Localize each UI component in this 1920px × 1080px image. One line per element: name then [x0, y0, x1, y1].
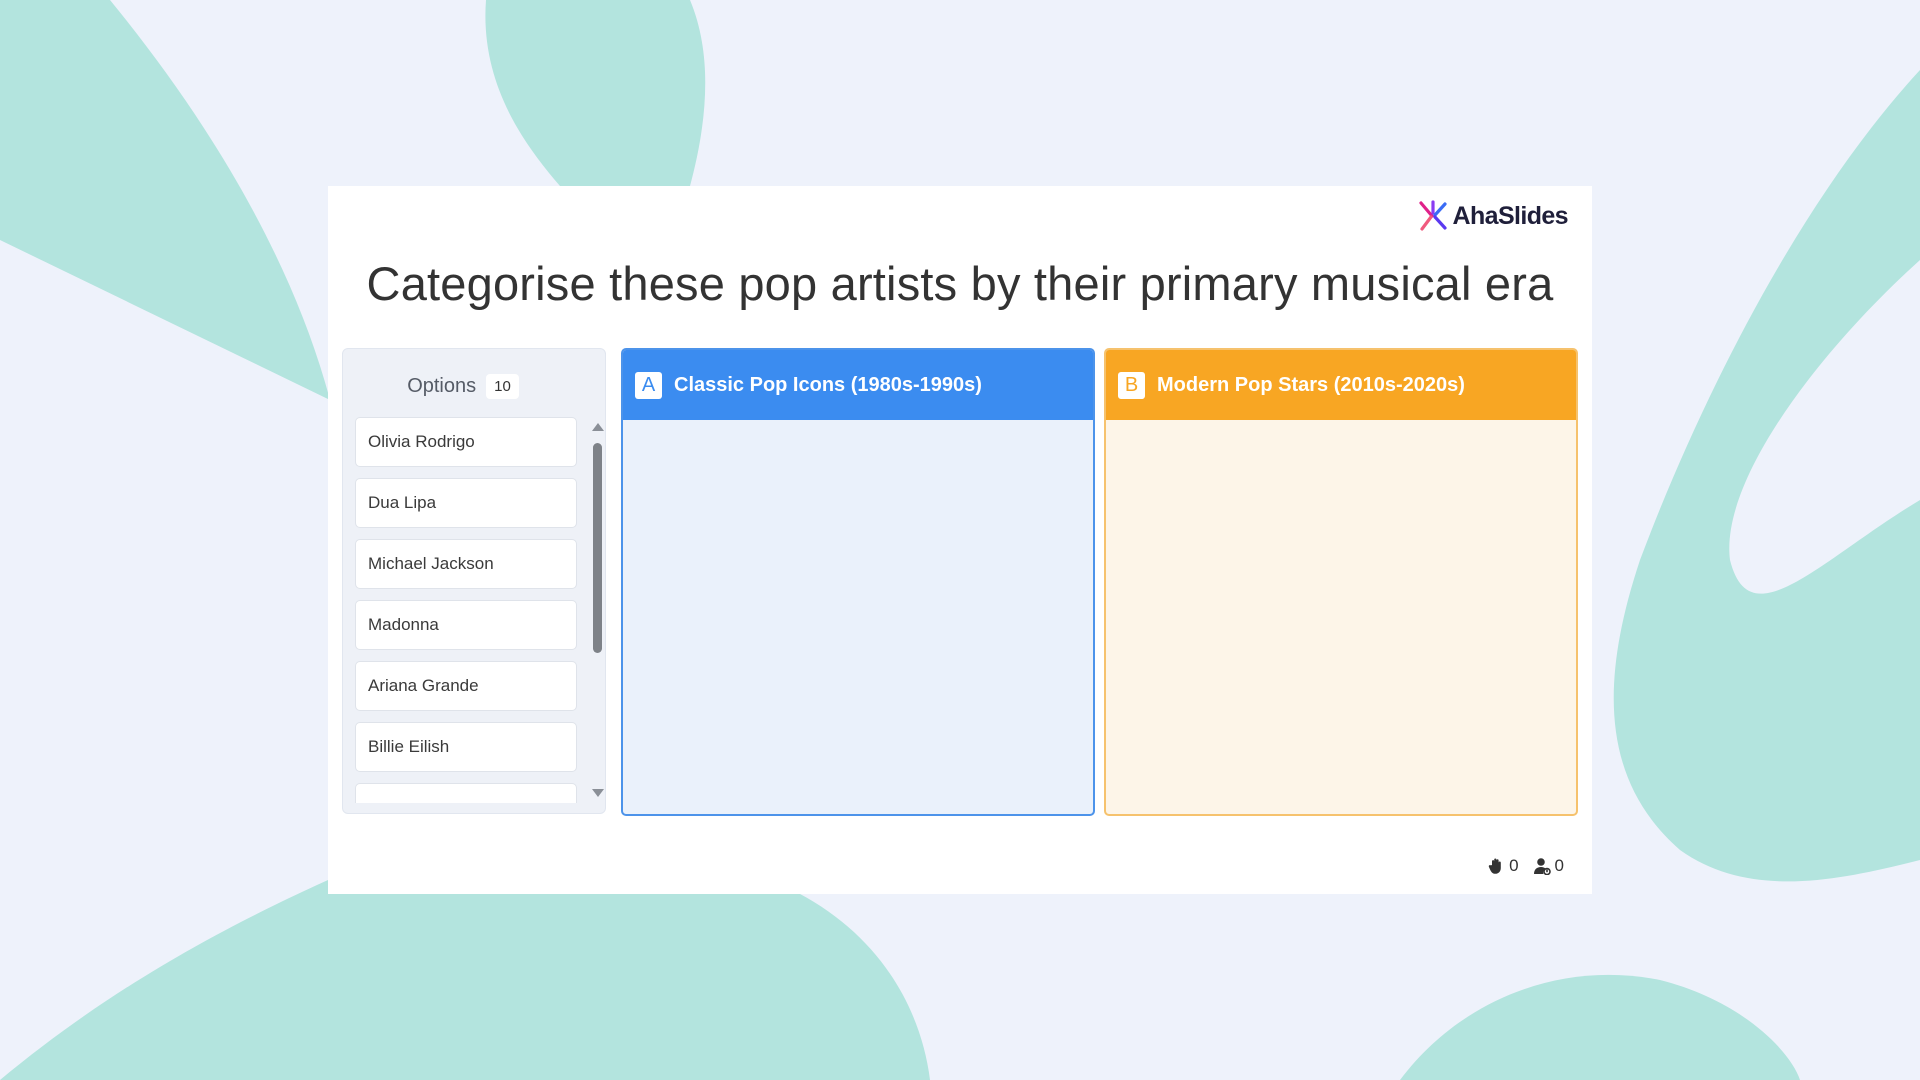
category-b-letter-badge: B [1118, 371, 1145, 399]
options-scrollbar[interactable] [591, 423, 605, 797]
category-b-title: Modern Pop Stars (2010s-2020s) [1157, 373, 1465, 396]
brand-logo: AhaSlides [1417, 196, 1569, 236]
option-item[interactable]: Dua Lipa [355, 478, 577, 528]
option-list: Olivia Rodrigo Dua Lipa Michael Jackson … [355, 417, 577, 803]
question-title: Categorise these pop artists by their pr… [366, 257, 1554, 310]
category-b-header: B Modern Pop Stars (2010s-2020s) [1106, 350, 1576, 420]
options-count-badge: 10 [486, 373, 519, 399]
category-a-title: Classic Pop Icons (1980s-1990s) [674, 373, 982, 396]
options-header: Options 10 [343, 369, 583, 403]
category-a-body[interactable] [623, 420, 1093, 814]
category-a-header: A Classic Pop Icons (1980s-1990s) [623, 350, 1093, 420]
brand-name: AhaSlides [1452, 201, 1569, 230]
footer-stats: 0 0 [1487, 856, 1564, 876]
option-item[interactable]: Ariana Grande [355, 661, 577, 711]
ahaslides-logo-icon [1418, 200, 1447, 231]
category-b-body[interactable] [1106, 420, 1576, 814]
reactions-count: 0 [1509, 856, 1519, 875]
slide-card: AhaSlides Categorise these pop artists b… [328, 186, 1592, 894]
participants-stat: 0 [1533, 856, 1564, 876]
option-item[interactable]: Madonna [355, 600, 577, 650]
scroll-down-arrow-icon[interactable] [592, 789, 604, 797]
participants-count: 0 [1554, 856, 1564, 875]
scroll-up-arrow-icon[interactable] [592, 423, 604, 431]
user-icon [1533, 858, 1551, 875]
option-item[interactable]: Billie Eilish [355, 722, 577, 772]
category-a-dropzone[interactable]: A Classic Pop Icons (1980s-1990s) [621, 348, 1095, 816]
options-label: Options [407, 374, 477, 397]
option-item[interactable]: Olivia Rodrigo [355, 417, 577, 467]
reactions-stat: 0 [1487, 856, 1519, 876]
option-item[interactable]: Michael Jackson [355, 539, 577, 589]
category-b-dropzone[interactable]: B Modern Pop Stars (2010s-2020s) [1104, 348, 1578, 816]
scrollbar-thumb[interactable] [593, 443, 602, 653]
category-a-letter-badge: A [635, 371, 662, 399]
options-panel: Options 10 Olivia Rodrigo Dua Lipa Micha… [342, 348, 606, 814]
option-item[interactable] [355, 783, 577, 803]
hand-icon [1488, 858, 1501, 874]
